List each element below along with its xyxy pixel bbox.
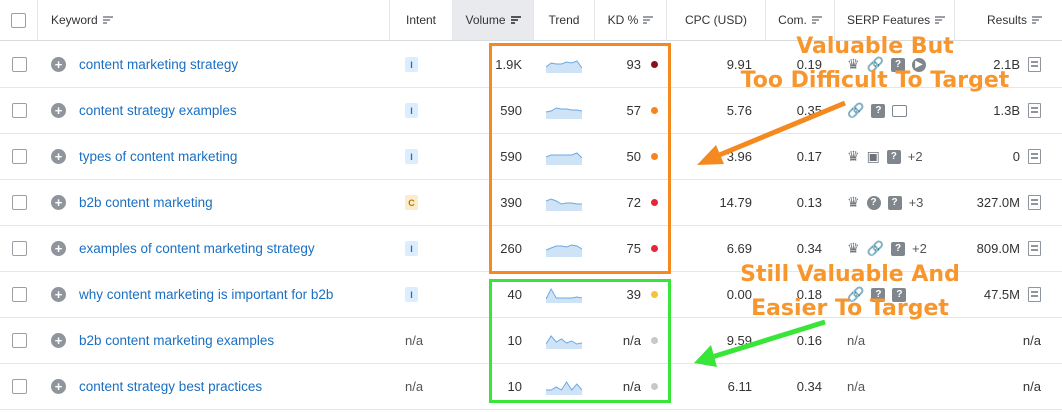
easier-annotation-line1: Still Valuable And: [740, 262, 960, 287]
difficult-annotation: Valuable But Too Difficult To Target: [700, 30, 1050, 98]
easier-annotation: Still Valuable And Easier To Target: [690, 258, 1010, 326]
orange-arrow-head: [697, 145, 724, 165]
green-arrow: [711, 319, 826, 360]
green-arrow-head: [694, 345, 717, 367]
easier-annotation-line2: Easier To Target: [751, 296, 949, 321]
difficult-annotation-line1: Valuable But: [796, 34, 954, 59]
orange-arrow: [711, 100, 846, 161]
difficult-annotation-line2: Too Difficult To Target: [740, 68, 1010, 93]
